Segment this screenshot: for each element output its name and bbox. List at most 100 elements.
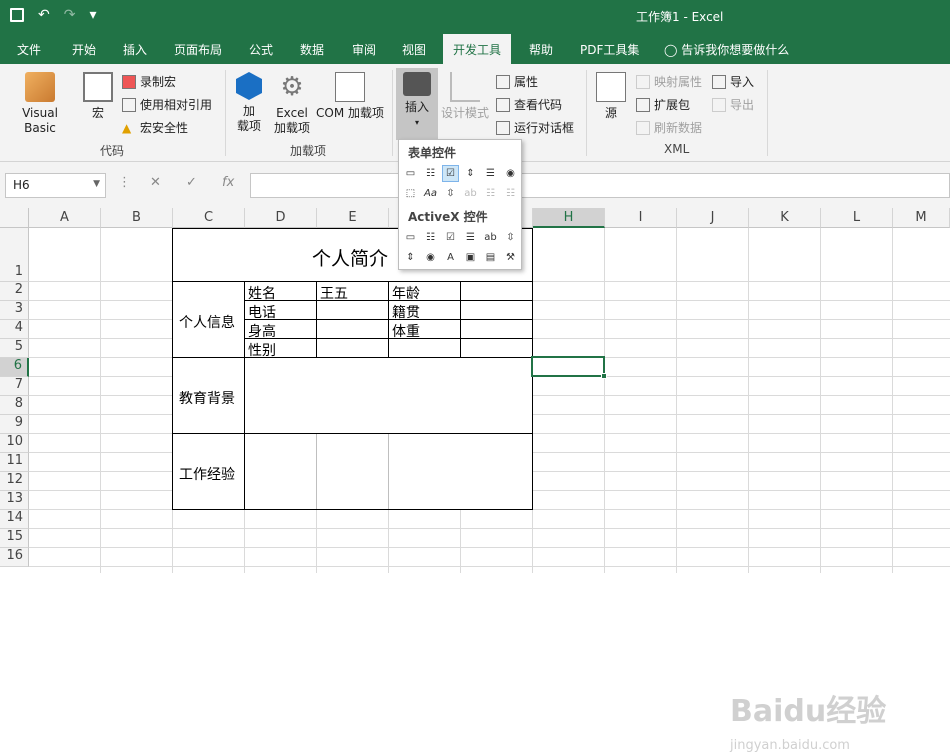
age-label[interactable]: 年龄 — [392, 283, 420, 303]
toggle-button-icon[interactable]: ▤ — [482, 249, 499, 266]
run-dialog-button[interactable]: 运行对话框 — [496, 119, 574, 136]
export-button[interactable]: 导出 — [712, 96, 754, 113]
tab-view[interactable]: 视图 — [402, 41, 426, 58]
name-box[interactable]: H6 ▼ — [5, 173, 106, 198]
tab-pdf-tools[interactable]: PDF工具集 — [580, 41, 639, 58]
activex-spin-button-icon[interactable]: ⇕ — [402, 249, 419, 266]
row-header[interactable]: 15 — [0, 529, 29, 548]
column-header[interactable]: A — [29, 208, 101, 228]
row-header[interactable]: 3 — [0, 301, 29, 320]
activex-text-box-icon[interactable]: ab — [482, 229, 499, 246]
customize-qat-icon[interactable]: ▾ — [89, 7, 96, 23]
expansion-packs-button[interactable]: 扩展包 — [636, 96, 690, 113]
enter-icon[interactable]: ✓ — [186, 175, 197, 190]
list-box-icon[interactable]: ☰ — [482, 165, 499, 182]
tab-help[interactable]: 帮助 — [529, 41, 553, 58]
column-header[interactable]: L — [821, 208, 893, 228]
resume-title[interactable]: 个人简介 — [312, 244, 388, 271]
tab-page-layout[interactable]: 页面布局 — [174, 41, 222, 58]
combo-box-icon[interactable]: ☷ — [422, 165, 439, 182]
com-add-ins-button[interactable]: COM 加载项 — [314, 72, 386, 121]
row-header[interactable]: 12 — [0, 472, 29, 491]
row-header[interactable]: 11 — [0, 453, 29, 472]
column-header[interactable]: J — [677, 208, 749, 228]
row-header[interactable]: 10 — [0, 434, 29, 453]
row-header[interactable]: 14 — [0, 510, 29, 529]
add-ins-button[interactable]: 加 载项 — [232, 72, 266, 134]
save-icon[interactable] — [10, 8, 24, 22]
tab-data[interactable]: 数据 — [300, 41, 324, 58]
tab-formulas[interactable]: 公式 — [249, 41, 273, 58]
activex-checkbox-icon[interactable]: ☑ — [442, 229, 459, 246]
row-header[interactable]: 7 — [0, 377, 29, 396]
row-header[interactable]: 13 — [0, 491, 29, 510]
row-header[interactable]: 16 — [0, 548, 29, 567]
activex-label-icon[interactable]: A — [442, 249, 459, 266]
activex-list-box-icon[interactable]: ☰ — [462, 229, 479, 246]
scroll-bar-icon[interactable]: ⇳ — [442, 185, 459, 202]
column-header[interactable]: I — [605, 208, 677, 228]
active-cell-selection[interactable] — [531, 356, 605, 377]
cancel-icon[interactable]: ✕ — [150, 175, 161, 190]
gender-label[interactable]: 性别 — [248, 340, 276, 360]
design-mode-button[interactable]: 设计模式 — [440, 72, 490, 121]
row-header[interactable]: 4 — [0, 320, 29, 339]
row-header[interactable]: 9 — [0, 415, 29, 434]
tell-me-search[interactable]: ◯ 告诉我你想要做什么 — [664, 41, 789, 58]
column-header[interactable]: D — [245, 208, 317, 228]
column-header[interactable]: E — [317, 208, 389, 228]
combo-list-icon[interactable]: ☷ — [482, 185, 499, 202]
checkbox-control-icon[interactable]: ☑ — [442, 165, 459, 182]
formula-input[interactable] — [250, 173, 950, 198]
tab-insert[interactable]: 插入 — [123, 41, 147, 58]
row-header[interactable]: 8 — [0, 396, 29, 415]
tab-developer[interactable]: 开发工具 — [443, 34, 512, 64]
fill-handle[interactable] — [601, 373, 607, 379]
row-header[interactable]: 5 — [0, 339, 29, 358]
command-button-icon[interactable]: ▭ — [402, 229, 419, 246]
more-controls-icon[interactable]: ⚒ — [502, 249, 519, 266]
weight-label[interactable]: 体重 — [392, 321, 420, 341]
option-button-icon[interactable]: ◉ — [502, 165, 519, 182]
row-header[interactable]: 1 — [0, 228, 29, 282]
education-label[interactable]: 教育背景 — [179, 388, 235, 408]
activex-scroll-bar-icon[interactable]: ⇳ — [502, 229, 519, 246]
name-label[interactable]: 姓名 — [248, 283, 276, 303]
column-header[interactable]: K — [749, 208, 821, 228]
label-control-icon[interactable]: Aa — [422, 185, 439, 202]
record-macro-button[interactable]: 录制宏 — [122, 73, 176, 90]
column-header[interactable]: H — [533, 208, 605, 228]
activex-combo-icon[interactable]: ☷ — [422, 229, 439, 246]
formula-bar-menu-icon[interactable]: ⋮ — [118, 175, 131, 190]
relative-refs-button[interactable]: 使用相对引用 — [122, 96, 212, 113]
button-control-icon[interactable]: ▭ — [402, 165, 419, 182]
macro-security-button[interactable]: ▲ 宏安全性 — [122, 119, 188, 136]
insert-function-icon[interactable]: fx — [222, 175, 234, 190]
origin-label[interactable]: 籍贯 — [392, 302, 420, 322]
personal-info-label[interactable]: 个人信息 — [179, 312, 235, 332]
column-header[interactable]: C — [173, 208, 245, 228]
properties-button[interactable]: 属性 — [496, 73, 538, 90]
tab-file[interactable]: 文件 — [17, 41, 41, 58]
import-button[interactable]: 导入 — [712, 73, 754, 90]
column-header[interactable]: M — [893, 208, 950, 228]
select-all-corner[interactable] — [0, 208, 29, 228]
activex-option-button-icon[interactable]: ◉ — [422, 249, 439, 266]
height-label[interactable]: 身高 — [248, 321, 276, 341]
activex-image-icon[interactable]: ▣ — [462, 249, 479, 266]
phone-label[interactable]: 电话 — [248, 302, 276, 322]
group-box-icon[interactable]: ⬚ — [402, 185, 419, 202]
tab-review[interactable]: 审阅 — [352, 41, 376, 58]
row-header[interactable]: 6 — [0, 358, 29, 377]
macros-button[interactable]: 宏 — [82, 72, 114, 121]
tab-home[interactable]: 开始 — [72, 41, 96, 58]
combo-dropdown-icon[interactable]: ☷ — [502, 185, 519, 202]
row-header[interactable]: 2 — [0, 282, 29, 301]
text-field-icon[interactable]: ab — [462, 185, 479, 202]
insert-controls-button[interactable]: 插入 ▾ — [396, 68, 438, 140]
xml-source-button[interactable]: 源 — [596, 72, 626, 121]
visual-basic-button[interactable]: Visual Basic — [5, 72, 75, 136]
redo-icon[interactable]: ↷ — [64, 7, 76, 23]
work-experience-label[interactable]: 工作经验 — [179, 464, 235, 484]
spin-button-icon[interactable]: ⇕ — [462, 165, 479, 182]
